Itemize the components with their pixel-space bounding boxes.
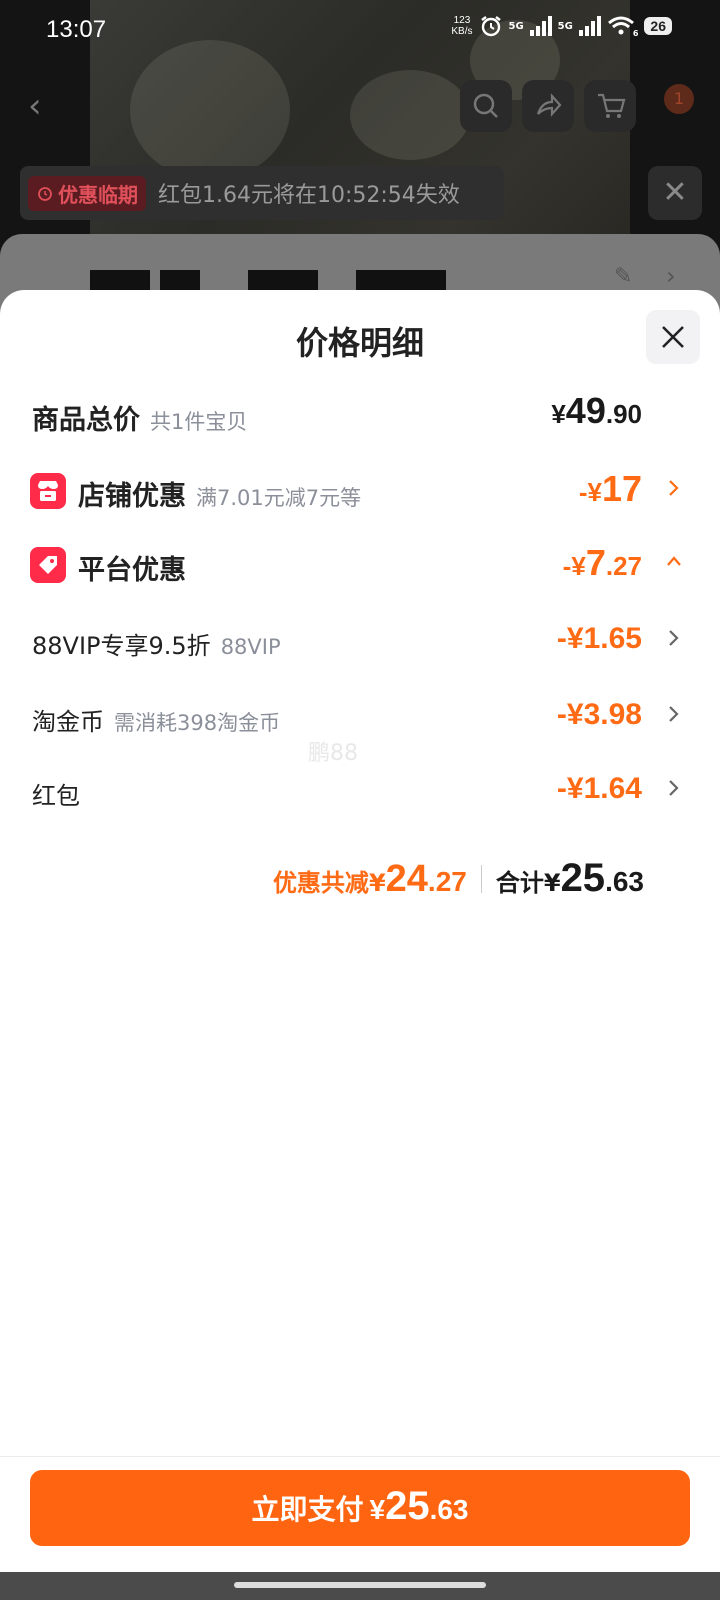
amount-integer: 17 bbox=[601, 468, 642, 509]
platform-discount-label: 平台优惠 bbox=[78, 555, 186, 586]
signal-1-label: 5G bbox=[508, 20, 524, 32]
total-discount-label: 优惠共减 bbox=[272, 869, 369, 897]
item-count: 共1件宝贝 bbox=[150, 410, 248, 434]
vip-discount-label: 88VIP专享9.5折 88VIP bbox=[32, 626, 281, 661]
cart-badge: 1 bbox=[664, 84, 694, 114]
tag-icon bbox=[30, 547, 66, 583]
vip-discount-label-text: 88VIP专享9.5折 bbox=[32, 632, 211, 660]
coin-discount-label: 淘金币 需消耗398淘金币 bbox=[32, 702, 280, 737]
amount-integer: 25 bbox=[385, 1484, 430, 1528]
store-discount-row[interactable]: 店铺优惠 满7.01元减7元等 -¥17 bbox=[0, 462, 720, 522]
yen-sign: ¥ bbox=[369, 1494, 386, 1525]
bottom-divider bbox=[0, 1456, 720, 1457]
battery-indicator: 26 bbox=[644, 17, 672, 35]
promo-tag-label: 优惠临期 bbox=[58, 182, 138, 207]
coin-discount-label-text: 淘金币 bbox=[32, 708, 104, 736]
network-speed: 123 KB/s bbox=[451, 15, 472, 37]
amount-integer: 24 bbox=[385, 858, 428, 900]
platform-discount-amount: -¥7.27 bbox=[563, 542, 642, 584]
amount-decimal: .27 bbox=[427, 866, 467, 897]
total-price-label: 商品总价 共1件宝贝 bbox=[32, 398, 247, 437]
chevron-right-icon bbox=[669, 780, 679, 796]
network-speed-value: 123 bbox=[453, 15, 471, 26]
yen-sign: ¥ bbox=[368, 869, 386, 897]
home-indicator[interactable] bbox=[234, 1582, 486, 1588]
total-price-row: 商品总价 共1件宝贝 ¥49.90 bbox=[0, 386, 720, 446]
coin-cost-text: 需消耗398淘金币 bbox=[114, 711, 281, 735]
shop-icon bbox=[30, 473, 66, 509]
search-icon bbox=[473, 93, 498, 118]
yen-sign: ¥ bbox=[551, 399, 566, 429]
yen-sign: ¥ bbox=[543, 869, 561, 897]
wifi-sub-label: 6 bbox=[632, 28, 639, 38]
amount-decimal: .90 bbox=[605, 399, 642, 429]
pay-now-label: 立即支付 bbox=[251, 1493, 364, 1526]
amount-integer: 49 bbox=[565, 390, 606, 431]
cart-icon bbox=[598, 93, 626, 118]
signal-icon bbox=[578, 16, 601, 36]
price-summary: 优惠共减¥24.27 合计¥25.63 bbox=[273, 856, 644, 901]
store-discount-rule: 满7.01元减7元等 bbox=[196, 486, 362, 510]
chevron-right-icon bbox=[669, 706, 679, 722]
store-discount-label-text: 店铺优惠 bbox=[78, 481, 186, 512]
vip-discount-row[interactable]: 88VIP专享9.5折 88VIP -¥1.65 bbox=[0, 612, 720, 672]
total-discount: 优惠共减¥24.27 bbox=[273, 858, 467, 901]
yen-sign: ¥ bbox=[587, 477, 602, 507]
cart-button[interactable] bbox=[584, 80, 636, 132]
total-price-amount: ¥49.90 bbox=[551, 390, 642, 432]
store-discount-amount: -¥17 bbox=[579, 468, 642, 510]
coin-discount-amount: -¥3.98 bbox=[556, 698, 642, 731]
grand-total-label: 合计 bbox=[495, 869, 544, 897]
grand-total: 合计¥25.63 bbox=[496, 856, 644, 901]
chevron-up-icon bbox=[667, 556, 681, 566]
platform-discount-row[interactable]: 平台优惠 -¥7.27 bbox=[0, 536, 720, 596]
promo-text: 红包1.64元将在10:52:54失效 bbox=[158, 183, 460, 208]
signal-2-label: 5G bbox=[557, 20, 573, 32]
chevron-right-icon bbox=[669, 480, 679, 496]
amount-decimal: .63 bbox=[429, 1494, 469, 1525]
amount-integer: 25 bbox=[560, 856, 606, 900]
status-time: 13:07 bbox=[46, 16, 107, 43]
sheet-title: 价格明细 bbox=[295, 324, 424, 362]
close-icon bbox=[662, 326, 684, 348]
promo-close-icon[interactable]: ✕ bbox=[648, 166, 702, 220]
amount-decimal: .63 bbox=[605, 866, 644, 897]
share-icon bbox=[536, 93, 562, 117]
alarm-icon bbox=[38, 187, 52, 201]
yen-sign: ¥ bbox=[571, 551, 586, 581]
alarm-icon bbox=[480, 16, 501, 37]
gesture-bar-area bbox=[0, 1572, 720, 1600]
vip-badge-text: 88VIP bbox=[220, 635, 281, 659]
amount-decimal: .27 bbox=[605, 551, 642, 581]
promo-tag: 优惠临期 bbox=[28, 175, 146, 211]
close-button[interactable] bbox=[646, 310, 700, 364]
red-packet-amount: -¥1.64 bbox=[556, 772, 642, 805]
price-detail-sheet: 价格明细 商品总价 共1件宝贝 ¥49.90 店铺优惠 满7.01元减7元等 -¥1… bbox=[0, 290, 720, 1600]
network-speed-unit: KB/s bbox=[451, 26, 473, 37]
red-packet-label: 红包 bbox=[32, 782, 80, 810]
store-discount-label: 店铺优惠 满7.01元减7元等 bbox=[78, 474, 361, 513]
summary-divider bbox=[480, 864, 482, 893]
share-button[interactable] bbox=[522, 80, 574, 132]
chevron-right-icon bbox=[669, 630, 679, 646]
edit-icon: ✎ bbox=[614, 264, 633, 289]
coin-discount-row[interactable]: 淘金币 需消耗398淘金币 -¥3.98 bbox=[0, 688, 720, 748]
total-price-label-text: 商品总价 bbox=[32, 405, 140, 436]
pay-now-button[interactable]: 立即支付 ¥ 25 .63 bbox=[30, 1470, 690, 1546]
search-button[interactable] bbox=[460, 80, 512, 132]
signal-icon bbox=[529, 16, 552, 36]
red-packet-row[interactable]: 红包 -¥1.64 bbox=[0, 762, 720, 822]
amount-integer: 7 bbox=[585, 542, 606, 583]
vip-discount-amount: -¥1.65 bbox=[556, 622, 642, 655]
chevron-right-icon: › bbox=[666, 262, 676, 290]
status-icons: 123 KB/s 5G 5G 6 26 bbox=[451, 14, 672, 38]
wifi-icon bbox=[607, 16, 634, 35]
back-arrow-icon[interactable]: ‹ bbox=[28, 88, 58, 124]
promo-banner[interactable]: 优惠临期 红包1.64元将在10:52:54失效 bbox=[20, 166, 504, 220]
status-bar: 13:07 123 KB/s 5G 5G 6 26 bbox=[0, 0, 720, 62]
